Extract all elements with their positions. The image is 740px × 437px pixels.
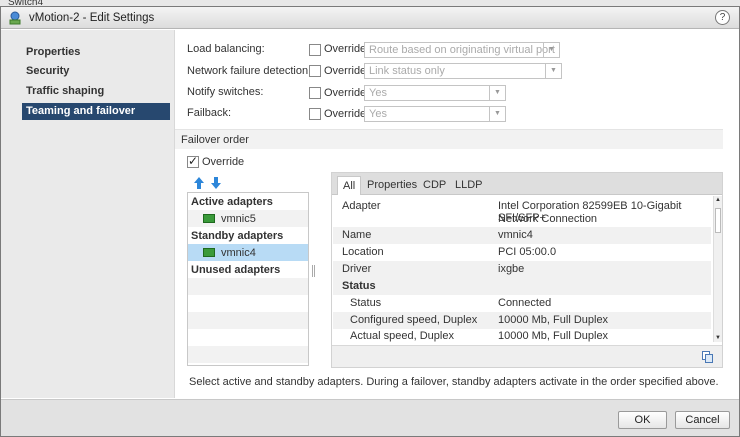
arrow-down-icon[interactable] <box>210 176 222 190</box>
failover-order-title: Failover order <box>181 134 249 146</box>
network-failure-detection-override-checkbox[interactable] <box>309 65 321 77</box>
load-balancing-override-checkbox[interactable] <box>309 44 321 56</box>
tab-properties[interactable]: Properties <box>362 176 422 195</box>
group-heading: Active adapters <box>191 196 273 208</box>
location-key: Location <box>342 246 384 258</box>
standby-adapters-heading: Standby adapters <box>188 227 308 244</box>
failover-help-text: Select active and standby adapters. Duri… <box>189 376 719 388</box>
details-toolbar <box>332 345 722 367</box>
chevron-down-icon: ▼ <box>489 86 505 100</box>
empty-row <box>188 278 308 295</box>
adapter-details-panel: All Properties CDP LLDP Adapter Intel Co… <box>331 172 723 368</box>
status-key: Status <box>350 297 382 309</box>
adapter-row-vmnic4[interactable]: vmnic4 <box>188 244 308 261</box>
actual-speed-key: Actual speed, Duplex <box>350 330 454 342</box>
empty-row <box>188 295 308 312</box>
scroll-thumb[interactable] <box>715 208 721 233</box>
row-stripe <box>333 278 711 295</box>
network-icon <box>9 11 21 25</box>
sidebar-item-teaming-and-failover[interactable]: Teaming and failover <box>22 103 170 120</box>
empty-row <box>188 346 308 363</box>
driver-key: Driver <box>342 263 372 275</box>
network-failure-detection-value: Link status only <box>369 65 445 77</box>
notify-switches-value: Yes <box>369 87 387 99</box>
scroll-down-icon[interactable]: ▼ <box>714 335 722 341</box>
driver-value: ixgbe <box>498 263 525 275</box>
adapter-key: Adapter <box>342 200 381 212</box>
notify-switches-select[interactable]: Yes ▼ <box>364 85 506 101</box>
location-value: PCI 05:00.0 <box>498 246 557 258</box>
adapter-label: vmnic5 <box>221 213 256 225</box>
chevron-down-icon: ▼ <box>543 43 559 57</box>
configured-speed-key: Configured speed, Duplex <box>350 314 478 326</box>
failover-order-override-label: Override <box>202 156 245 168</box>
load-balancing-override-label: Override <box>324 43 367 55</box>
name-key: Name <box>342 229 372 241</box>
ok-button[interactable]: OK <box>618 411 667 429</box>
tab-all[interactable]: All <box>337 176 362 195</box>
tab-cdp[interactable]: CDP <box>418 176 451 195</box>
failback-override-label: Override <box>324 108 367 120</box>
name-value: vmnic4 <box>498 229 533 241</box>
failover-adapter-list: Active adapters vmnic5 Standby adapters … <box>187 192 309 366</box>
configured-speed-value: 10000 Mb, Full Duplex <box>498 314 609 326</box>
sidebar-item-traffic-shaping[interactable]: Traffic shaping <box>22 83 170 100</box>
group-heading: Unused adapters <box>191 264 281 276</box>
dialog-titlebar[interactable]: vMotion-2 - Edit Settings ? <box>1 7 739 29</box>
load-balancing-value: Route based on originating virtual port <box>369 44 555 56</box>
chevron-down-icon: ▼ <box>545 64 561 78</box>
unused-adapters-heading: Unused adapters <box>188 261 308 278</box>
network-failure-detection-select[interactable]: Link status only ▼ <box>364 63 562 79</box>
scroll-up-icon[interactable]: ▲ <box>714 197 722 203</box>
failback-select[interactable]: Yes ▼ <box>364 106 506 122</box>
network-failure-detection-label: Network failure detection: <box>187 65 312 77</box>
failback-value: Yes <box>369 108 387 120</box>
empty-row <box>188 329 308 346</box>
dialog-footer: OK Cancel <box>1 399 739 436</box>
network-card-icon <box>203 248 215 257</box>
panel-splitter[interactable] <box>312 265 315 277</box>
actual-speed-value: 10000 Mb, Full Duplex <box>498 330 609 342</box>
group-heading: Standby adapters <box>191 230 284 242</box>
copy-icon[interactable] <box>702 351 714 363</box>
active-adapters-heading: Active adapters <box>188 193 308 210</box>
notify-switches-label: Notify switches: <box>187 86 264 98</box>
failback-label: Failback: <box>187 107 232 119</box>
sidebar-item-security[interactable]: Security <box>22 63 170 80</box>
details-tabs: All Properties CDP LLDP <box>332 173 722 195</box>
failback-override-checkbox[interactable] <box>309 108 321 120</box>
sidebar-item-properties[interactable]: Properties <box>22 44 170 61</box>
load-balancing-select[interactable]: Route based on originating virtual port … <box>364 42 560 58</box>
notify-switches-override-label: Override <box>324 87 367 99</box>
failover-order-override-checkbox[interactable] <box>187 154 199 168</box>
tab-lldp[interactable]: LLDP <box>450 176 488 195</box>
dialog-title: vMotion-2 - Edit Settings <box>29 12 155 24</box>
load-balancing-label: Load balancing: <box>187 43 265 55</box>
status-value: Connected <box>498 297 552 309</box>
network-failure-detection-override-label: Override <box>324 65 367 77</box>
empty-row <box>188 312 308 329</box>
adapter-row-vmnic5[interactable]: vmnic5 <box>188 210 308 227</box>
network-card-icon <box>203 214 215 223</box>
adapter-label: vmnic4 <box>221 247 256 259</box>
arrow-up-icon[interactable] <box>193 176 205 190</box>
chevron-down-icon: ▼ <box>489 107 505 121</box>
details-scrollbar[interactable]: ▲ ▼ <box>713 196 722 342</box>
settings-sidebar: Properties Security Traffic shaping Team… <box>1 30 175 398</box>
status-heading: Status <box>342 280 376 292</box>
failover-order-section-header: Failover order <box>175 129 723 149</box>
help-icon[interactable]: ? <box>715 10 730 25</box>
cancel-button[interactable]: Cancel <box>675 411 730 429</box>
notify-switches-override-checkbox[interactable] <box>309 87 321 99</box>
adapter-value-line2: Network Connection <box>498 213 598 225</box>
